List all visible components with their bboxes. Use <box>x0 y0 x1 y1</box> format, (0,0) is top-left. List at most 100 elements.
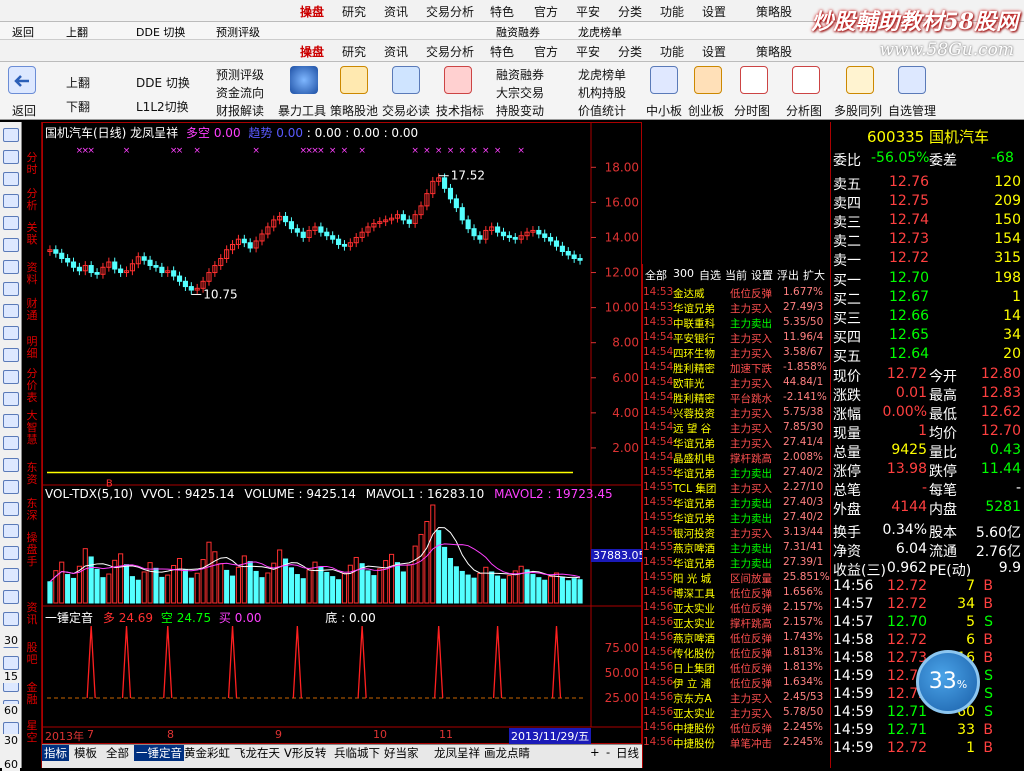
holding-change-link[interactable]: 持股变动 <box>496 102 544 119</box>
left-tool-icon[interactable] <box>3 326 19 340</box>
menu-item-10[interactable]: 策略股 <box>756 3 792 20</box>
menu-item-2[interactable]: 资讯 <box>384 43 408 60</box>
left-tool-icon[interactable] <box>3 260 19 274</box>
menu-item-1[interactable]: 研究 <box>342 3 366 20</box>
bottom-control-2[interactable]: 日线 <box>614 745 641 761</box>
report-link[interactable]: 财报解读 <box>216 102 264 119</box>
watchlist-button[interactable]: 自选管理 <box>888 102 936 119</box>
menu-item-9[interactable]: 设置 <box>702 43 726 60</box>
ticker-head-2[interactable]: 自选 <box>699 267 721 283</box>
menu-item-5[interactable]: 官方 <box>534 3 558 20</box>
side-tab-1[interactable]: 分析 <box>24 188 40 212</box>
side-tab-4[interactable]: 财通 <box>24 298 40 322</box>
tech-indicator-button[interactable]: 技术指标 <box>436 102 484 119</box>
menu-item-7[interactable]: 分类 <box>618 3 642 20</box>
ticker-row[interactable]: 14:55 银河投资 主力买入 3.13/44 <box>643 526 831 541</box>
ticker-row[interactable]: 14:54 远 望 谷 主力买入 7.85/30 <box>643 421 831 436</box>
menu-item-6[interactable]: 平安 <box>576 43 600 60</box>
dragon-tiger-link[interactable]: 龙虎榜单 <box>578 66 626 83</box>
side-tab-0[interactable]: 分时 <box>24 152 40 176</box>
left-tool-icon[interactable] <box>3 282 19 296</box>
ticker-row[interactable]: 14:56 日上集团 低位反弹 1.813% <box>643 661 831 676</box>
ticker-row[interactable]: 14:53 中联重科 主力卖出 5.35/50 <box>643 316 831 331</box>
bottom-tab-1[interactable]: 模板 <box>72 745 99 761</box>
ticker-row[interactable]: 14:56 燕京啤酒 低位反弹 1.743% <box>643 631 831 646</box>
multi-stock-button[interactable]: 多股同列 <box>834 102 882 119</box>
institution-link[interactable]: 机构持股 <box>578 84 626 101</box>
ticker-row[interactable]: 14:54 华谊兄弟 主力买入 27.41/4 <box>643 436 831 451</box>
l1l2-toggle[interactable]: L1L2切换 <box>136 98 189 115</box>
bottom-control-1[interactable]: - <box>604 745 612 761</box>
left-tool-icon[interactable] <box>3 502 19 516</box>
chart-area[interactable]: 国机汽车(日线) 龙凤呈祥 多空 0.00 趋势 0.00 : 0.00 : 0… <box>42 122 648 744</box>
bottom-tab-0[interactable]: 指标 <box>42 745 69 761</box>
menu-item-8[interactable]: 功能 <box>660 43 684 60</box>
analysis-chart-button[interactable]: 分析图 <box>786 102 822 119</box>
menu-item-2[interactable]: 资讯 <box>384 3 408 20</box>
ticker-row[interactable]: 14:53 华谊兄弟 主力买入 27.49/3 <box>643 301 831 316</box>
side-tab-8[interactable]: 东资 <box>24 462 40 486</box>
sme-board-button[interactable]: 中小板 <box>646 102 682 119</box>
power-tool-icon[interactable] <box>290 66 318 94</box>
strategy-pool-icon[interactable] <box>340 66 368 94</box>
left-tool-icon[interactable] <box>3 172 19 186</box>
side-tab-13[interactable]: 金融 <box>24 682 40 706</box>
bottom-tab-2[interactable]: 全部 <box>104 745 131 761</box>
strategy-pool-button[interactable]: 策略股池 <box>330 102 378 119</box>
page-down-button[interactable]: 下翻 <box>66 98 90 115</box>
page-up-button[interactable]: 上翻 <box>66 74 90 91</box>
bottom-tab-6[interactable]: V形反转 <box>282 745 328 761</box>
bottom-tab-5[interactable]: 飞龙在天 <box>232 745 282 761</box>
menu-item-0[interactable]: 操盘 <box>300 43 324 60</box>
left-tool-icon[interactable] <box>3 304 19 318</box>
ticker-row[interactable]: 14:54 平安银行 主力买入 11.96/4 <box>643 331 831 346</box>
ticker-row[interactable]: 14:55 华谊兄弟 主力卖出 27.39/1 <box>643 556 831 571</box>
ticker-row[interactable]: 14:55 华谊兄弟 主力卖出 27.40/2 <box>643 511 831 526</box>
gem-board-icon[interactable] <box>694 66 722 94</box>
left-tool-icon[interactable] <box>3 216 19 230</box>
side-tab-12[interactable]: 股吧 <box>24 642 40 666</box>
left-tool-icon[interactable] <box>3 612 19 626</box>
menu-item-4[interactable]: 特色 <box>490 3 514 20</box>
tech-indicator-icon[interactable] <box>444 66 472 94</box>
left-tool-icon[interactable] <box>3 392 19 406</box>
trading-guide-button[interactable]: 交易必读 <box>382 102 430 119</box>
margin-trading-link[interactable]: 融资融券 <box>496 66 544 83</box>
menu-item-1[interactable]: 研究 <box>342 43 366 60</box>
watchlist-icon[interactable] <box>898 66 926 94</box>
left-tool-icon[interactable] <box>3 480 19 494</box>
left-tool-icon[interactable] <box>3 436 19 450</box>
ticker-row[interactable]: 14:56 亚太实业 撑杆跳高 2.157% <box>643 616 831 631</box>
left-tool-icon[interactable] <box>3 568 19 582</box>
left-tool-icon[interactable] <box>3 348 19 362</box>
menu-item-5[interactable]: 官方 <box>534 43 558 60</box>
ticker-head-1[interactable]: 300 <box>673 267 694 280</box>
dde-toggle[interactable]: DDE 切换 <box>136 74 190 91</box>
value-stats-link[interactable]: 价值统计 <box>578 102 626 119</box>
ticker-row[interactable]: 14:56 亚太实业 主力买入 5.78/50 <box>643 706 831 721</box>
ticker-row[interactable]: 14:55 TCL 集团 主力买入 2.27/10 <box>643 481 831 496</box>
ticker-row[interactable]: 14:55 阳 光 城 区间放量 25.851% <box>643 571 831 586</box>
side-tab-3[interactable]: 资料 <box>24 262 40 286</box>
menu-item-3[interactable]: 交易分析 <box>426 3 474 20</box>
menu-item-9[interactable]: 设置 <box>702 3 726 20</box>
gem-board-button[interactable]: 创业板 <box>688 102 724 119</box>
ticker-head-5[interactable]: 浮出 <box>777 267 799 283</box>
side-tab-9[interactable]: 东深 <box>24 498 40 522</box>
bottom-control-0[interactable]: + <box>588 745 602 761</box>
back-icon[interactable] <box>8 66 36 94</box>
left-tool-icon[interactable] <box>3 414 19 428</box>
left-tool-icon[interactable] <box>3 238 19 252</box>
timeshare-chart-icon[interactable] <box>740 66 768 94</box>
ticker-row[interactable]: 14:56 传化股份 低位反弹 1.813% <box>643 646 831 661</box>
menu-item-8[interactable]: 功能 <box>660 3 684 20</box>
ticker-row[interactable]: 14:56 京东方A 主力买入 2.45/53 <box>643 691 831 706</box>
ticker-head-6[interactable]: 扩大 <box>803 267 825 283</box>
ticker-row[interactable]: 14:54 胜利精密 平台跳水 -2.141% <box>643 391 831 406</box>
sme-board-icon[interactable] <box>650 66 678 94</box>
left-tool-icon[interactable] <box>3 590 19 604</box>
ticker-row[interactable]: 14:56 伊 立 浦 低位反弹 1.634% <box>643 676 831 691</box>
forecast-rating-link[interactable]: 预测评级 <box>216 66 264 83</box>
side-tab-14[interactable]: 星空 <box>24 720 40 744</box>
side-tab-7[interactable]: 大智慧 <box>24 410 40 446</box>
